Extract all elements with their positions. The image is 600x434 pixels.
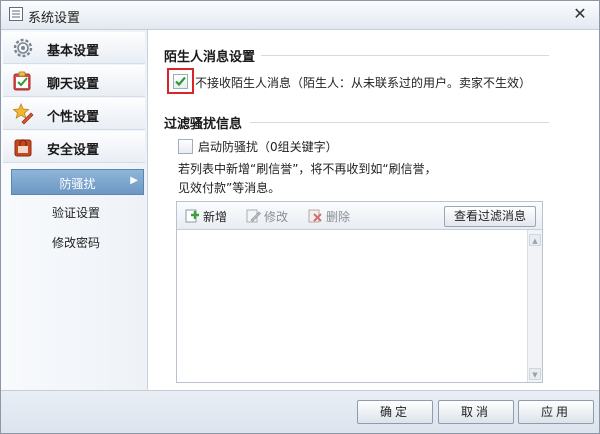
scroll-up-arrow-icon[interactable]: ▲	[529, 234, 541, 246]
sidebar-category-label: 安全设置	[47, 143, 100, 158]
anti-harassment-label: 启动防骚扰（0组关键字）	[198, 140, 338, 154]
stranger-section-title: 陌生人消息设置	[164, 50, 256, 65]
star-pen-icon	[12, 103, 34, 125]
sidebar-category-personal[interactable]: 个性设置	[3, 98, 145, 130]
close-button[interactable]: ✕	[571, 5, 589, 23]
window-title: 系统设置	[28, 11, 81, 26]
section-divider	[250, 122, 549, 123]
filter-section-title: 过滤骚扰信息	[164, 117, 243, 132]
keyword-list-panel: 新增 修改 删除 查看过滤消息 ▲ ▼	[176, 201, 543, 383]
close-icon: ✕	[573, 4, 587, 23]
section-divider	[261, 55, 549, 56]
sidebar-item-label: 验证设置	[51, 206, 100, 220]
sidebar-category-label: 个性设置	[47, 110, 100, 125]
ok-button[interactable]: 确定	[357, 400, 433, 424]
sidebar-item-verification[interactable]: 验证设置	[11, 199, 141, 223]
shield-lock-icon	[14, 139, 32, 157]
chevron-right-icon: ▶	[130, 175, 138, 186]
filter-description: 若列表中新增“刷信誉”，将不再收到如“刷信誉，	[178, 162, 437, 176]
delete-icon	[308, 209, 322, 223]
settings-window: 系统设置 ✕ 基本设置 聊天设置 个性设置 安全设置 防骚扰 ▶ 验证设置 修改…	[0, 0, 600, 434]
filter-description: 见效付款”等消息。	[178, 181, 281, 195]
edit-keyword-label: 修改	[264, 210, 289, 224]
sidebar-item-label: 防骚扰	[59, 177, 96, 191]
sidebar-category-label: 聊天设置	[47, 77, 100, 92]
edit-icon	[246, 209, 261, 223]
gear-icon	[13, 38, 33, 58]
chat-checklist-icon	[13, 71, 31, 91]
settings-content: 陌生人消息设置 不接收陌生人消息（陌生人：从未联系过的用户。卖家不生效） 过滤骚…	[148, 30, 599, 390]
sidebar-item-change-password[interactable]: 修改密码	[11, 229, 141, 253]
dialog-footer: 确定 取消 应用	[1, 390, 599, 433]
sidebar-item-anti-harassment[interactable]: 防骚扰 ▶	[11, 169, 144, 195]
stranger-checkbox-label: 不接收陌生人消息（陌生人：从未联系过的用户。卖家不生效）	[195, 76, 532, 90]
scroll-down-arrow-icon[interactable]: ▼	[529, 368, 541, 380]
checkmark-icon	[175, 76, 186, 87]
anti-harassment-checkbox[interactable]	[178, 139, 193, 154]
keyword-list-scrollbar[interactable]: ▲ ▼	[527, 230, 542, 382]
add-keyword-button[interactable]: 新增	[185, 207, 237, 224]
keyword-toolbar: 新增 修改 删除 查看过滤消息	[177, 202, 542, 230]
settings-window-icon	[9, 7, 23, 21]
add-icon	[185, 209, 199, 223]
sidebar-category-label: 基本设置	[47, 44, 100, 59]
cancel-button[interactable]: 取消	[438, 400, 514, 424]
sidebar-category-security[interactable]: 安全设置	[3, 131, 145, 163]
sidebar-item-label: 修改密码	[51, 236, 100, 250]
sidebar-category-basic[interactable]: 基本设置	[3, 32, 145, 64]
delete-keyword-label: 删除	[326, 210, 351, 224]
sidebar-category-chat[interactable]: 聊天设置	[3, 65, 145, 97]
edit-keyword-button[interactable]: 修改	[246, 207, 298, 224]
stranger-checkbox[interactable]	[173, 74, 188, 89]
title-bar: 系统设置 ✕	[1, 1, 599, 30]
settings-sidebar: 基本设置 聊天设置 个性设置 安全设置 防骚扰 ▶ 验证设置 修改密码	[1, 30, 148, 390]
add-keyword-label: 新增	[203, 210, 228, 224]
view-filtered-button[interactable]: 查看过滤消息	[444, 206, 536, 227]
delete-keyword-button[interactable]: 删除	[308, 207, 360, 224]
apply-button[interactable]: 应用	[518, 400, 594, 424]
